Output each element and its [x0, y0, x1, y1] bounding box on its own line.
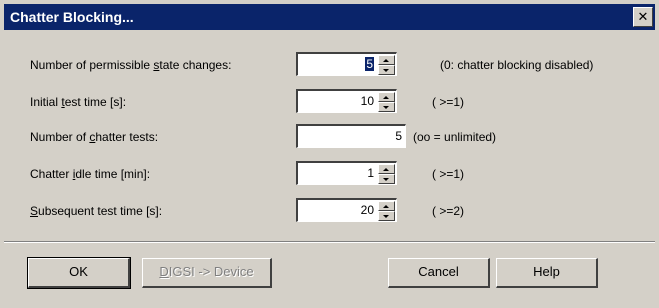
permissible-state-changes-hint: (0: chatter blocking disabled) — [440, 58, 594, 72]
spin-down-button[interactable] — [378, 174, 395, 184]
chatter-tests-value: 5 — [395, 129, 402, 143]
subsequent-test-time-input[interactable]: 20 — [296, 198, 397, 222]
initial-test-time-value: 10 — [360, 94, 374, 108]
arrow-up-icon — [383, 59, 389, 62]
arrow-down-icon — [383, 69, 389, 72]
subsequent-test-time-row: Subsequent test time [s]: 20 ( >=2) — [0, 198, 659, 226]
initial-test-time-hint: ( >=1) — [432, 95, 465, 109]
chatter-idle-time-input[interactable]: 1 — [296, 161, 397, 185]
permissible-state-changes-label: Number of permissible state changes: — [30, 58, 232, 72]
help-button[interactable]: Help — [496, 258, 598, 288]
subsequent-test-time-spinner[interactable] — [378, 201, 395, 221]
subsequent-test-time-hint: ( >=2) — [432, 204, 465, 218]
arrow-down-icon — [383, 106, 389, 109]
chatter-idle-time-value: 1 — [367, 166, 374, 180]
separator — [4, 241, 655, 243]
permissible-state-changes-row: Number of permissible state changes: 5 (… — [0, 52, 659, 80]
digsi-to-device-button[interactable]: DIGSI -> Device — [142, 258, 272, 288]
chatter-idle-time-row: Chatter idle time [min]: 1 ( >=1) — [0, 161, 659, 189]
initial-test-time-row: Initial test time [s]: 10 ( >=1) — [0, 89, 659, 117]
spin-up-button[interactable] — [378, 55, 395, 65]
permissible-state-changes-input[interactable]: 5 — [296, 52, 397, 76]
permissible-state-changes-value: 5 — [365, 57, 374, 71]
spin-up-button[interactable] — [378, 201, 395, 211]
chatter-idle-time-spinner[interactable] — [378, 164, 395, 184]
initial-test-time-label: Initial test time [s]: — [30, 95, 127, 109]
spin-down-button[interactable] — [378, 102, 395, 112]
spin-up-button[interactable] — [378, 164, 395, 174]
arrow-down-icon — [383, 215, 389, 218]
ok-button[interactable]: OK — [27, 257, 131, 289]
permissible-state-changes-spinner[interactable] — [378, 55, 395, 75]
chatter-tests-row: Number of chatter tests: 5 (oo = unlimit… — [0, 124, 659, 152]
dialog-title: Chatter Blocking... — [10, 9, 134, 25]
chatter-idle-time-hint: ( >=1) — [432, 167, 465, 181]
initial-test-time-spinner[interactable] — [378, 92, 395, 112]
chatter-tests-label: Number of chatter tests: — [30, 130, 159, 144]
spin-down-button[interactable] — [378, 211, 395, 221]
close-icon: ✕ — [637, 9, 649, 24]
chatter-blocking-dialog: Chatter Blocking... ✕ Number of permissi… — [0, 0, 659, 308]
arrow-down-icon — [383, 178, 389, 181]
close-button[interactable]: ✕ — [633, 7, 653, 27]
title-bar[interactable]: Chatter Blocking... ✕ — [4, 4, 655, 30]
initial-test-time-input[interactable]: 10 — [296, 89, 397, 113]
arrow-up-icon — [383, 96, 389, 99]
cancel-button[interactable]: Cancel — [388, 258, 490, 288]
spin-down-button[interactable] — [378, 65, 395, 75]
chatter-tests-hint: (oo = unlimited) — [413, 130, 497, 144]
subsequent-test-time-label: Subsequent test time [s]: — [30, 204, 163, 218]
chatter-tests-input[interactable]: 5 — [296, 124, 406, 148]
arrow-up-icon — [383, 205, 389, 208]
spin-up-button[interactable] — [378, 92, 395, 102]
chatter-idle-time-label: Chatter idle time [min]: — [30, 167, 151, 181]
subsequent-test-time-value: 20 — [360, 203, 374, 217]
arrow-up-icon — [383, 168, 389, 171]
